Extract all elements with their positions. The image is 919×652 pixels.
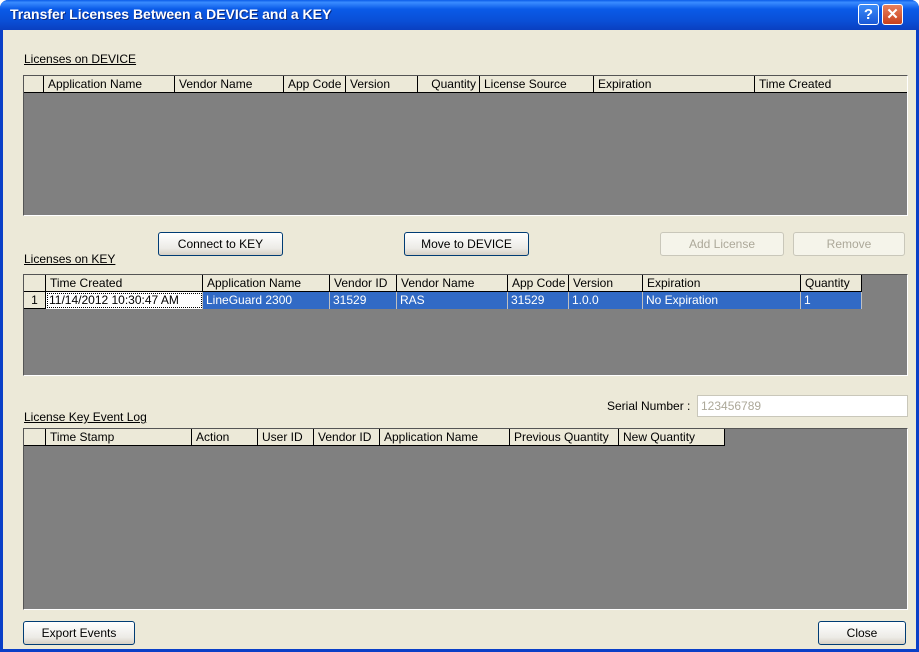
device-col-header[interactable]: Vendor Name (175, 76, 284, 93)
key-col-header[interactable]: App Code (508, 275, 569, 292)
device-col-header[interactable]: Application Name (44, 76, 175, 93)
export-events-button[interactable]: Export Events (23, 621, 135, 645)
window-title: Transfer Licenses Between a DEVICE and a… (10, 6, 332, 22)
device-license-grid[interactable]: Application Name Vendor Name App Code Ve… (23, 75, 908, 216)
log-col-header[interactable]: New Quantity (619, 429, 725, 446)
log-col-header[interactable]: Vendor ID (314, 429, 380, 446)
log-col-header[interactable]: Previous Quantity (510, 429, 619, 446)
log-col-header[interactable]: Time Stamp (46, 429, 192, 446)
device-col-header[interactable]: License Source (480, 76, 594, 93)
serial-number-field[interactable]: 123456789 (697, 395, 908, 417)
connect-to-key-button[interactable]: Connect to KEY (158, 232, 283, 256)
add-license-button[interactable]: Add License (660, 232, 784, 256)
device-section-label: Licenses on DEVICE (24, 52, 137, 66)
close-button[interactable]: Close (818, 621, 906, 645)
key-col-header[interactable]: Time Created (46, 275, 203, 292)
event-log-label: License Key Event Log (24, 410, 147, 424)
device-col-header[interactable]: Time Created (755, 76, 907, 93)
device-col-header[interactable]: Quantity (418, 76, 480, 93)
key-col-header[interactable]: Application Name (203, 275, 330, 292)
key-cell-vendor-name[interactable]: RAS (397, 292, 508, 309)
device-col-header[interactable]: Expiration (594, 76, 755, 93)
title-bar[interactable]: Transfer Licenses Between a DEVICE and a… (0, 0, 919, 30)
key-col-header[interactable]: Quantity (801, 275, 862, 292)
log-col-header[interactable]: Action (192, 429, 258, 446)
key-cell-quantity[interactable]: 1 (801, 292, 862, 309)
device-row-header-corner (24, 76, 44, 93)
key-col-header[interactable]: Version (569, 275, 643, 292)
key-cell-app-code[interactable]: 31529 (508, 292, 569, 309)
help-icon[interactable]: ? (858, 4, 879, 25)
key-row-header-corner (24, 275, 46, 292)
remove-button[interactable]: Remove (793, 232, 905, 256)
key-license-grid[interactable]: Time Created Application Name Vendor ID … (23, 274, 908, 376)
move-to-device-button[interactable]: Move to DEVICE (404, 232, 529, 256)
key-cell-application-name[interactable]: LineGuard 2300 (203, 292, 330, 309)
key-cell-expiration[interactable]: No Expiration (643, 292, 801, 309)
key-col-header[interactable]: Vendor ID (330, 275, 397, 292)
log-col-header[interactable]: Application Name (380, 429, 510, 446)
close-icon[interactable]: ✕ (882, 4, 903, 25)
key-col-header[interactable]: Expiration (643, 275, 801, 292)
event-log-grid[interactable]: Time Stamp Action User ID Vendor ID Appl… (23, 428, 908, 610)
serial-number-label: Serial Number : (607, 399, 691, 413)
device-col-header[interactable]: App Code (284, 76, 346, 93)
key-cell-vendor-id[interactable]: 31529 (330, 292, 397, 309)
device-col-header[interactable]: Version (346, 76, 418, 93)
key-cell-time-created[interactable]: 11/14/2012 10:30:47 AM (46, 292, 203, 309)
key-col-header[interactable]: Vendor Name (397, 275, 508, 292)
key-row-number[interactable]: 1 (24, 292, 46, 309)
log-row-header-corner (24, 429, 46, 446)
key-cell-version[interactable]: 1.0.0 (569, 292, 643, 309)
log-col-header[interactable]: User ID (258, 429, 314, 446)
key-section-label: Licenses on KEY (24, 252, 116, 266)
license-transfer-dialog: Transfer Licenses Between a DEVICE and a… (0, 0, 919, 652)
